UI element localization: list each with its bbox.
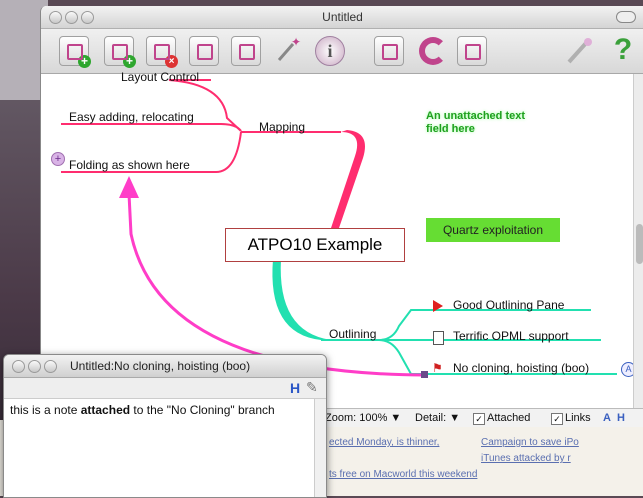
- web-link[interactable]: ected Monday, is thinner,: [329, 437, 439, 448]
- minimize-icon[interactable]: [28, 360, 41, 373]
- node-quartz-exploitation[interactable]: Quartz exploitation: [426, 218, 560, 242]
- detail-select[interactable]: Detail: ▼: [415, 412, 460, 424]
- info-icon[interactable]: i: [315, 36, 345, 66]
- vertical-scrollbar[interactable]: [633, 74, 643, 426]
- document-icon[interactable]: [457, 36, 487, 66]
- zoom-icon[interactable]: [44, 360, 57, 373]
- node-folding[interactable]: Folding as shown here: [69, 158, 190, 172]
- refresh-icon[interactable]: [419, 37, 447, 65]
- note-window-title: Untitled:No cloning, hoisting (boo): [70, 359, 251, 373]
- pin-icon[interactable]: ✎: [306, 379, 318, 396]
- web-link[interactable]: iTunes attacked by r: [481, 453, 571, 464]
- node-terrific-opml[interactable]: Terrific OPML support: [453, 329, 569, 343]
- check-icon: ✓: [551, 413, 563, 425]
- close-icon[interactable]: [12, 360, 25, 373]
- fold-toggle-icon[interactable]: +: [51, 152, 65, 166]
- window-title: Untitled: [322, 10, 363, 24]
- play-icon: [433, 300, 443, 312]
- wrench-icon[interactable]: [565, 36, 593, 64]
- add-child-icon[interactable]: +: [59, 36, 91, 68]
- add-sibling-icon[interactable]: +: [104, 36, 136, 68]
- attached-checkbox[interactable]: ✓ Attached: [473, 412, 530, 425]
- web-link[interactable]: Campaign to save iPo: [481, 437, 579, 448]
- node-no-cloning[interactable]: No cloning, hoisting (boo): [453, 361, 589, 375]
- chart-icon[interactable]: [374, 36, 404, 66]
- note-titlebar[interactable]: Untitled:No cloning, hoisting (boo): [4, 355, 326, 378]
- help-icon[interactable]: ?: [609, 35, 637, 65]
- note-text[interactable]: this is a note attached to the "No Cloni…: [10, 403, 310, 417]
- attached-label: Attached: [487, 412, 531, 424]
- toolbar-toggle-button[interactable]: [616, 11, 636, 23]
- note-text-suffix: to the "No Cloning" branch: [130, 403, 275, 417]
- links-checkbox[interactable]: ✓ Links: [551, 412, 591, 425]
- outline-icon[interactable]: [231, 36, 261, 66]
- delete-node-icon[interactable]: ×: [146, 36, 178, 68]
- hoist-icon[interactable]: H: [290, 380, 300, 396]
- toolbar: + + × ✦ i ?: [41, 29, 643, 74]
- node-layout-control[interactable]: Layout Control: [121, 70, 199, 84]
- window-titlebar[interactable]: Untitled: [41, 6, 643, 29]
- background-web-content: ected Monday, is thinner, Campaign to sa…: [321, 427, 643, 496]
- node-easy-adding[interactable]: Easy adding, relocating: [69, 110, 194, 124]
- note-toolbar: H ✎: [4, 378, 326, 399]
- layout-icon[interactable]: [189, 36, 219, 66]
- magic-wand-icon[interactable]: ✦: [273, 35, 301, 64]
- links-label: Links: [565, 412, 591, 424]
- note-icon: [433, 331, 444, 345]
- note-text-bold: attached: [80, 403, 131, 417]
- unattached-text-field[interactable]: An unattached text field here: [426, 110, 526, 136]
- note-text-prefix: this is a note: [10, 403, 81, 417]
- flag-icon: ⚑: [432, 361, 443, 375]
- a-badge-icon[interactable]: A: [603, 412, 611, 424]
- scrollbar-thumb[interactable]: [636, 224, 643, 264]
- node-good-outlining-pane[interactable]: Good Outlining Pane: [453, 298, 564, 312]
- note-scrollbar[interactable]: [314, 399, 326, 497]
- central-node[interactable]: ATPO10 Example: [225, 228, 405, 262]
- status-bar: Zoom: 100% ▼ Detail: ▼ ✓ Attached ✓ Links …: [321, 408, 643, 427]
- node-mapping[interactable]: Mapping: [259, 120, 305, 134]
- web-link[interactable]: ts free on Macworld this weekend: [329, 469, 477, 480]
- check-icon: ✓: [473, 413, 485, 425]
- note-window: Untitled:No cloning, hoisting (boo) H ✎ …: [3, 354, 327, 498]
- node-outlining[interactable]: Outlining: [329, 327, 376, 341]
- h-badge-icon[interactable]: H: [617, 412, 625, 424]
- svg-text:✦: ✦: [291, 36, 301, 49]
- zoom-select[interactable]: Zoom: 100% ▼: [325, 412, 401, 424]
